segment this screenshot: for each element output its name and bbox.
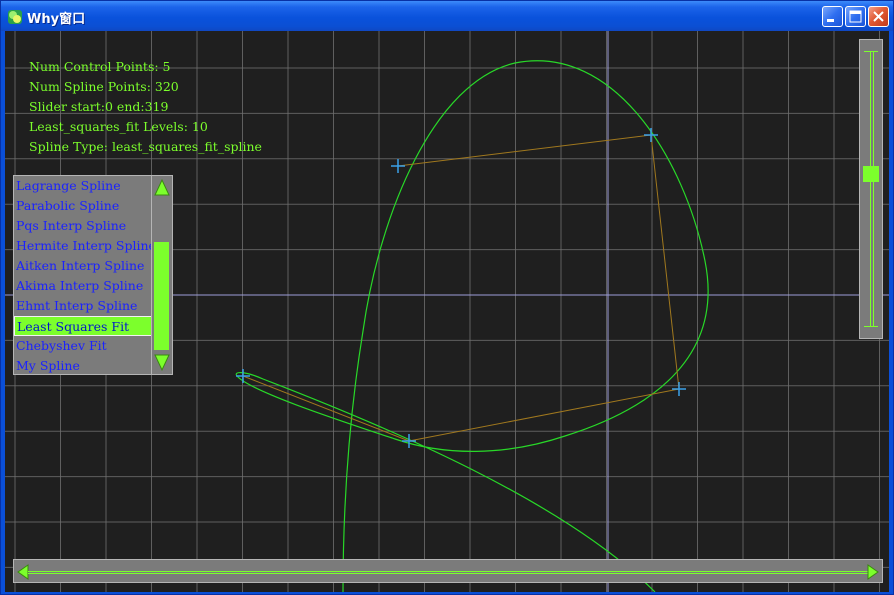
slider-right-arrow-icon[interactable] (866, 563, 880, 581)
spline-type-list[interactable]: Lagrange Spline Parabolic Spline Pqs Inter… (13, 175, 173, 375)
horizontal-slider-track (28, 571, 868, 572)
levels-text: Least_squares_fit Levels: 10 (29, 119, 208, 134)
spline-type-text: Spline Type: least_squares_fit_spline (29, 139, 262, 154)
control-point-marker (672, 382, 686, 396)
slider-left-arrow-icon[interactable] (16, 563, 30, 581)
control-point-marker (402, 434, 416, 448)
control-point-marker (236, 369, 250, 383)
spline-list-item[interactable]: Hermite Interp Spline (14, 236, 156, 256)
num-control-points-text: Num Control Points: 5 (29, 59, 171, 74)
plot-area[interactable]: Num Control Points: 5 Num Spline Points:… (5, 31, 889, 592)
spline-list-item[interactable]: Lagrange Spline (14, 176, 154, 196)
control-polygon-segment (397, 134, 652, 167)
spline-list-item[interactable]: Least Squares Fit (14, 316, 154, 336)
vertical-slider-track (870, 52, 871, 326)
scroll-down-arrow-icon[interactable] (152, 352, 172, 374)
spline-list-item[interactable]: Chebyshev Fit (14, 336, 154, 356)
spline-curve-group (235, 60, 709, 592)
vertical-slider[interactable] (859, 39, 883, 339)
app-window: Why窗口 Num Control Points: 5 Num Spline P… (0, 0, 894, 595)
spline-list-item[interactable]: Aitken Interp Spline (14, 256, 154, 276)
vertical-slider-cap-top (864, 51, 878, 52)
vertical-slider-cap-bottom (864, 326, 878, 327)
spline-list-item[interactable]: Pqs Interp Spline (14, 216, 154, 236)
spline-curve (235, 60, 709, 592)
close-button[interactable] (868, 6, 889, 27)
window-title: Why窗口 (27, 12, 86, 27)
spline-app-icon (8, 10, 22, 24)
vertical-slider-track-inner (873, 52, 874, 326)
info-panel: Num Control Points: 5 Num Spline Points:… (29, 57, 262, 157)
horizontal-slider-track-inner (28, 573, 868, 574)
scroll-up-arrow-icon[interactable] (152, 176, 172, 198)
horizontal-slider[interactable] (13, 559, 883, 583)
minimize-icon (827, 19, 834, 22)
list-scrollbar[interactable] (151, 176, 172, 374)
slider-range-text: Slider start:0 end:319 (29, 99, 169, 114)
minimize-button[interactable] (822, 6, 843, 27)
control-polygon (242, 134, 680, 442)
control-point-marker (644, 128, 658, 142)
spline-list-item[interactable]: Parabolic Spline (14, 196, 154, 216)
control-point-marker (391, 159, 405, 173)
num-spline-points-text: Num Spline Points: 320 (29, 79, 179, 94)
spline-list-item[interactable]: My Spline (14, 356, 154, 376)
close-icon (873, 11, 884, 22)
spline-list-item[interactable]: Akima Interp Spline (14, 276, 154, 296)
title-bar[interactable]: Why窗口 (1, 1, 893, 31)
maximize-button[interactable] (845, 6, 866, 27)
list-scroll-thumb[interactable] (154, 242, 169, 350)
maximize-icon (849, 10, 862, 23)
spline-list-item[interactable]: Ehmt Interp Spline (14, 296, 154, 316)
control-polygon-segment (408, 388, 680, 442)
vertical-slider-thumb[interactable] (863, 166, 879, 182)
spline-list-items: Lagrange Spline Parabolic Spline Pqs Inter… (14, 176, 156, 376)
